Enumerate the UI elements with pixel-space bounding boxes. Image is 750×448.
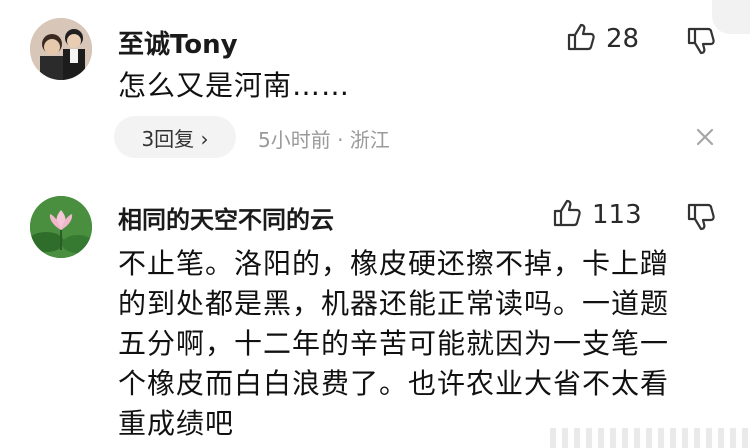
comment-line: 五分啊，十二年的辛苦可能就因为一支笔一 xyxy=(118,327,670,360)
dislike-button[interactable] xyxy=(686,26,716,60)
comment-line: 的到处都是黑，机器还能正常读吗。一道题 xyxy=(118,287,670,320)
avatar-image xyxy=(30,18,92,80)
avatar[interactable] xyxy=(30,196,92,258)
corner-decoration xyxy=(712,0,750,34)
comment-line: 不止笔。洛阳的，橡皮硬还擦不掉，卡上蹭 xyxy=(118,247,670,280)
comment-line: 怎么又是河南…… xyxy=(118,69,351,102)
replies-button[interactable]: 3回复 › xyxy=(114,116,236,158)
thumb-up-icon xyxy=(552,198,582,232)
comment-text: 怎么又是河南…… xyxy=(118,64,350,104)
thumb-up-icon xyxy=(566,22,596,56)
comment-meta: 5小时前 · 浙江 xyxy=(258,128,390,152)
avatar[interactable] xyxy=(30,18,92,80)
thumb-down-icon xyxy=(686,203,716,236)
dislike-button[interactable] xyxy=(686,202,716,236)
thumb-down-icon xyxy=(686,27,716,60)
like-count: 28 xyxy=(606,24,640,54)
avatar-image xyxy=(30,196,92,258)
username[interactable]: 相同的天空不同的云 xyxy=(118,200,334,235)
comment-text: 不止笔。洛阳的，橡皮硬还擦不掉，卡上蹭 的到处都是黑，机器还能正常读吗。一道题 … xyxy=(118,244,718,444)
comment-line: 个橡皮而白白浪费了。也许农业大省不太看 xyxy=(118,367,670,400)
like-button[interactable]: 113 xyxy=(552,198,642,232)
close-icon[interactable] xyxy=(690,122,720,152)
like-button[interactable]: 28 xyxy=(566,22,639,56)
like-count: 113 xyxy=(592,200,642,230)
watermark xyxy=(550,428,750,448)
username[interactable]: 至诚Tony xyxy=(118,24,238,61)
